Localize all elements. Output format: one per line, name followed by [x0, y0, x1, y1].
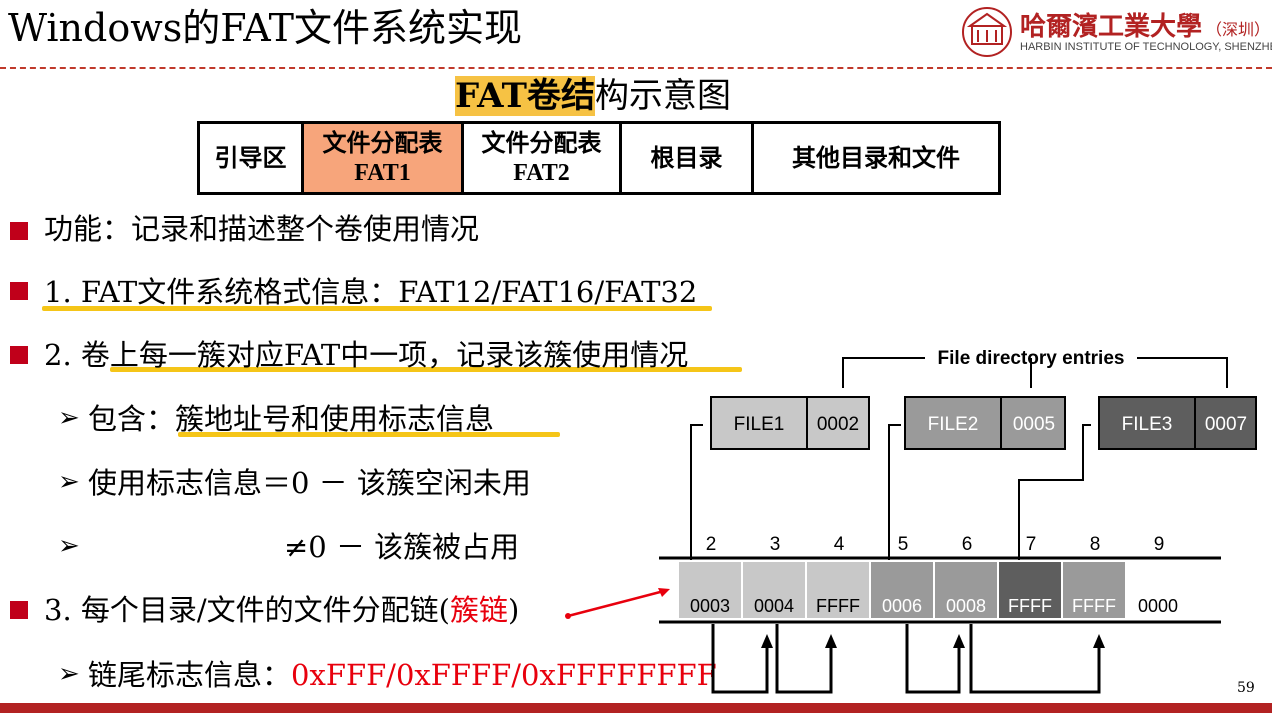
cluster-value: 0000	[1138, 596, 1178, 616]
volume-structure-table: 引导区 文件分配表 FAT1 文件分配表 FAT2 根目录 其他目录和文件	[197, 121, 1001, 195]
cell-label: 引导区	[214, 144, 287, 172]
cluster-value: 0006	[882, 596, 922, 616]
bullet-marker	[10, 601, 28, 619]
logo-chinese-name: 哈爾濱工業大學 （深圳）	[1020, 6, 1270, 43]
logo-cn-main: 哈爾濱工業大學	[1020, 12, 1203, 42]
cluster-number: 2	[706, 534, 717, 555]
file-name: FILE2	[928, 414, 979, 435]
title-divider	[0, 67, 1272, 69]
bullet-marker	[10, 346, 28, 364]
bullet-function: 功能：记录和描述整个卷使用情况	[44, 212, 480, 246]
end-marker-label: 链尾标志信息：	[88, 658, 292, 692]
bullet-format-info: 1. FAT文件系统格式信息：FAT12/FAT16/FAT32	[44, 275, 698, 309]
end-marker-values: 0xFFF/0xFFFF/0xFFFFFFFF	[291, 658, 717, 692]
volume-cell-root: 根目录	[622, 124, 754, 192]
fat-chain-diagram: File directory entries FILE1 0002 FILE2 …	[659, 348, 1257, 694]
cluster-number: 7	[1026, 534, 1037, 555]
cluster-number: 8	[1090, 534, 1101, 555]
volume-cell-fat2: 文件分配表 FAT2	[464, 124, 622, 192]
cell-label: 文件分配表	[481, 129, 602, 157]
sub-bullet-end-marker: 链尾标志信息：0xFFF/0xFFFF/0xFFFFFFFF	[88, 658, 717, 692]
chain-text-end: )	[508, 593, 520, 627]
sub-bullet-arrow-icon: ➢	[58, 467, 80, 497]
file-name: FILE3	[1122, 414, 1173, 435]
cell-sublabel: FAT2	[513, 160, 570, 186]
cell-sublabel: FAT1	[354, 160, 411, 186]
cluster-number: 3	[770, 534, 781, 555]
cluster-value: 0008	[946, 596, 986, 616]
cluster-value: 0003	[690, 596, 730, 616]
cluster-row: 2 0003 3 0004 4 FFFF 5 0006 6 0008 7 FFFF 8 FFFF 9 0000	[679, 534, 1189, 618]
cell-label: 其他目录和文件	[792, 144, 960, 172]
bullet-marker	[10, 222, 28, 240]
cluster-number: 4	[834, 534, 845, 555]
sub-bullet-arrow-icon: ➢	[58, 531, 80, 561]
cluster-value: 0004	[754, 596, 794, 616]
cluster-number: 6	[962, 534, 973, 555]
sub-bullet-arrow-icon: ➢	[58, 659, 80, 689]
cluster-number: 5	[898, 534, 909, 555]
file-start-cluster: 0005	[1013, 414, 1055, 435]
cluster-number: 9	[1154, 534, 1165, 555]
cluster-value: FFFF	[1072, 596, 1116, 616]
sub-bullet-free: 使用标志信息＝0 － 该簇空闲未用	[88, 466, 531, 500]
file-start-cluster: 0007	[1205, 414, 1247, 435]
chain-text: 3. 每个目录/文件的文件分配链(	[44, 593, 450, 627]
file-name: FILE1	[734, 414, 785, 435]
file-start-cluster: 0002	[817, 414, 859, 435]
page-number: 59	[1237, 680, 1255, 696]
volume-title-rest: 构示意图	[594, 76, 731, 116]
slide-title: Windows的FAT文件系统实现	[8, 6, 523, 50]
bullet-marker	[10, 282, 28, 300]
volume-cell-fat1: 文件分配表 FAT1	[304, 124, 464, 192]
logo-english-name: HARBIN INSTITUTE OF TECHNOLOGY, SHENZHEN	[1020, 41, 1272, 53]
volume-title-highlight: FAT卷结	[455, 76, 595, 116]
volume-diagram-title: FAT卷结构示意图	[455, 76, 731, 116]
cluster-value: FFFF	[1008, 596, 1052, 616]
hit-logo-icon	[962, 7, 1012, 57]
chain-highlight: 簇链	[449, 593, 508, 627]
bullet-allocation-chain: 3. 每个目录/文件的文件分配链(簇链)	[44, 593, 519, 627]
cell-label: 文件分配表	[322, 129, 443, 157]
sub-bullet-contains: 包含：簇地址号和使用标志信息	[88, 402, 495, 436]
diagram-header: File directory entries	[938, 348, 1125, 369]
bullet-cluster-entry: 2. 卷上每一簇对应FAT中一项，记录该簇使用情况	[44, 338, 689, 372]
volume-cell-boot: 引导区	[200, 124, 304, 192]
volume-cell-others: 其他目录和文件	[754, 124, 998, 192]
cluster-value: FFFF	[816, 596, 860, 616]
sub-bullet-arrow-icon: ➢	[58, 403, 80, 433]
cell-label: 根目录	[650, 144, 723, 172]
footer-bar	[0, 703, 1272, 713]
sub-bullet-used: ≠0 － 该簇被占用	[284, 530, 520, 564]
logo-cn-suffix: （深圳）	[1206, 20, 1271, 39]
